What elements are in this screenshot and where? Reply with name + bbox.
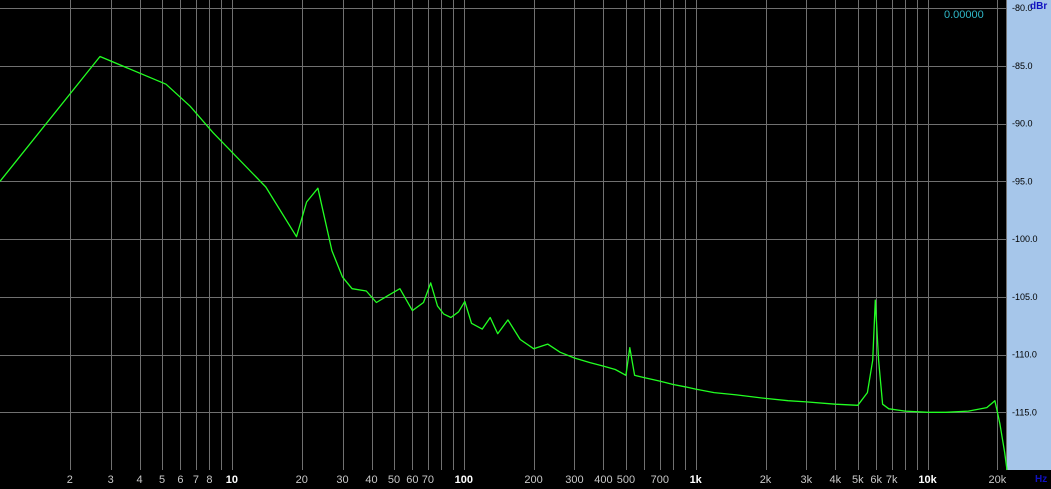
x-tick-label: 20 — [296, 474, 308, 486]
y-tick-label: -100.0 — [1012, 234, 1038, 244]
y-tick-label: -90.0 — [1012, 119, 1033, 129]
x-tick-label: 3 — [108, 474, 114, 486]
plot-background — [0, 0, 1051, 489]
x-tick-label: 5 — [159, 474, 165, 486]
x-tick-label: 70 — [422, 474, 434, 486]
x-tick-label: 2k — [760, 474, 772, 486]
x-tick-label: 7 — [193, 474, 199, 486]
x-tick-label: 1k — [690, 474, 703, 486]
x-tick-label: 500 — [617, 474, 635, 486]
x-tick-label: 200 — [524, 474, 542, 486]
x-tick-label: 4k — [829, 474, 841, 486]
x-tick-label: 8 — [206, 474, 212, 486]
x-tick-label: 10 — [226, 474, 238, 486]
x-tick-label: 300 — [565, 474, 583, 486]
y-tick-label: -110.0 — [1012, 350, 1037, 360]
x-tick-label: 4 — [137, 474, 143, 486]
value-readout: 0.00000 — [944, 9, 984, 21]
x-tick-label: 100 — [455, 474, 473, 486]
y-tick-label: -115.0 — [1012, 407, 1037, 417]
y-tick-label: -95.0 — [1012, 176, 1033, 186]
x-tick-label: 40 — [365, 474, 377, 486]
x-tick-label: 400 — [594, 474, 612, 486]
x-tick-label: 700 — [651, 474, 669, 486]
y-tick-label: -85.0 — [1012, 61, 1033, 71]
x-tick-label: 60 — [406, 474, 418, 486]
x-tick-label: 10k — [918, 474, 937, 486]
x-tick-label: 50 — [388, 474, 400, 486]
x-tick-label: 6k — [870, 474, 882, 486]
x-tick-label: 20k — [989, 474, 1007, 486]
x-tick-label: 2 — [67, 474, 73, 486]
spectrum-chart: 2 3 4 5 6 7 8 10 20 30 40 50 60 70 100 200 300 400 500 700 1… — [0, 0, 1051, 489]
x-tick-label: 6 — [177, 474, 183, 486]
x-tick-label: 5k — [852, 474, 864, 486]
x-tick-label: 30 — [336, 474, 348, 486]
y-tick-label: -105.0 — [1012, 292, 1038, 302]
x-tick-label: 7k — [886, 474, 898, 486]
y-unit-label: dBr — [1030, 1, 1047, 12]
x-unit-label: Hz — [1035, 474, 1047, 485]
x-tick-label: 3k — [801, 474, 813, 486]
